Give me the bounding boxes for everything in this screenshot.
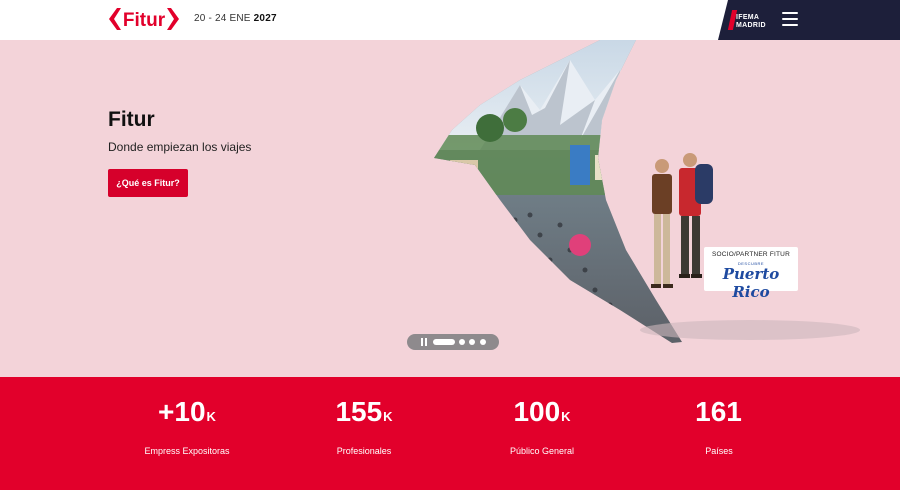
stat-value: +10K	[158, 396, 216, 427]
carousel-dot[interactable]	[469, 339, 475, 345]
pause-icon[interactable]	[421, 338, 427, 346]
stat-value: 100K	[513, 396, 571, 427]
ifema-logo-line2: MADRID	[736, 22, 766, 29]
carousel-controls	[407, 334, 499, 350]
travel-collage-image	[434, 40, 682, 343]
hero-section: Fitur Donde empiezan los viajes ¿Qué es …	[0, 40, 900, 377]
carousel-dot-active[interactable]	[433, 339, 455, 345]
stat-label: Empress Expositoras	[144, 446, 230, 456]
fitur-logo-mark: Fitur	[109, 8, 179, 31]
stat-value: 155K	[335, 396, 393, 427]
event-dates: 20 - 24 ENE 2027	[194, 13, 277, 24]
stat-public: 100K Público General	[452, 395, 632, 456]
svg-text:Fitur: Fitur	[123, 10, 166, 31]
fitur-logo[interactable]: Fitur	[108, 6, 180, 32]
stats-section: +10K Empress Expositoras 155K Profesiona…	[0, 377, 900, 490]
stat-professionals: 155K Profesionales	[274, 395, 454, 456]
hero-title: Fitur	[108, 108, 155, 131]
ifema-logo[interactable]: IFEMA MADRID	[727, 9, 770, 33]
event-dates-year: 2027	[253, 13, 277, 24]
event-dates-range: 20 - 24 ENE	[194, 13, 251, 24]
stat-value: 161	[695, 396, 742, 427]
hamburger-icon[interactable]	[782, 11, 800, 27]
ifema-logo-line1: IFEMA	[736, 14, 760, 21]
what-is-fitur-button[interactable]: ¿Qué es Fitur?	[108, 169, 188, 197]
carousel-dot[interactable]	[459, 339, 465, 345]
stat-exhibitors: +10K Empress Expositoras	[97, 395, 277, 456]
stat-countries: 161 Países	[629, 395, 809, 456]
partner-badge[interactable]: SOCIO/PARTNER FITUR DESCUBRE Puerto Rico	[704, 247, 798, 301]
hero-subtitle: Donde empiezan los viajes	[108, 140, 252, 154]
puerto-rico-logo: Puerto Rico	[722, 265, 780, 301]
site-header: Fitur 20 - 24 ENE 2027 IFEMA MADRID	[0, 0, 900, 40]
partner-label: SOCIO/PARTNER FITUR	[712, 251, 790, 258]
stat-label: Público General	[509, 446, 575, 456]
stat-label: Profesionales	[336, 446, 392, 456]
hero-illustration	[434, 40, 860, 343]
carousel-dot[interactable]	[480, 339, 486, 345]
stat-label: Países	[705, 446, 733, 456]
